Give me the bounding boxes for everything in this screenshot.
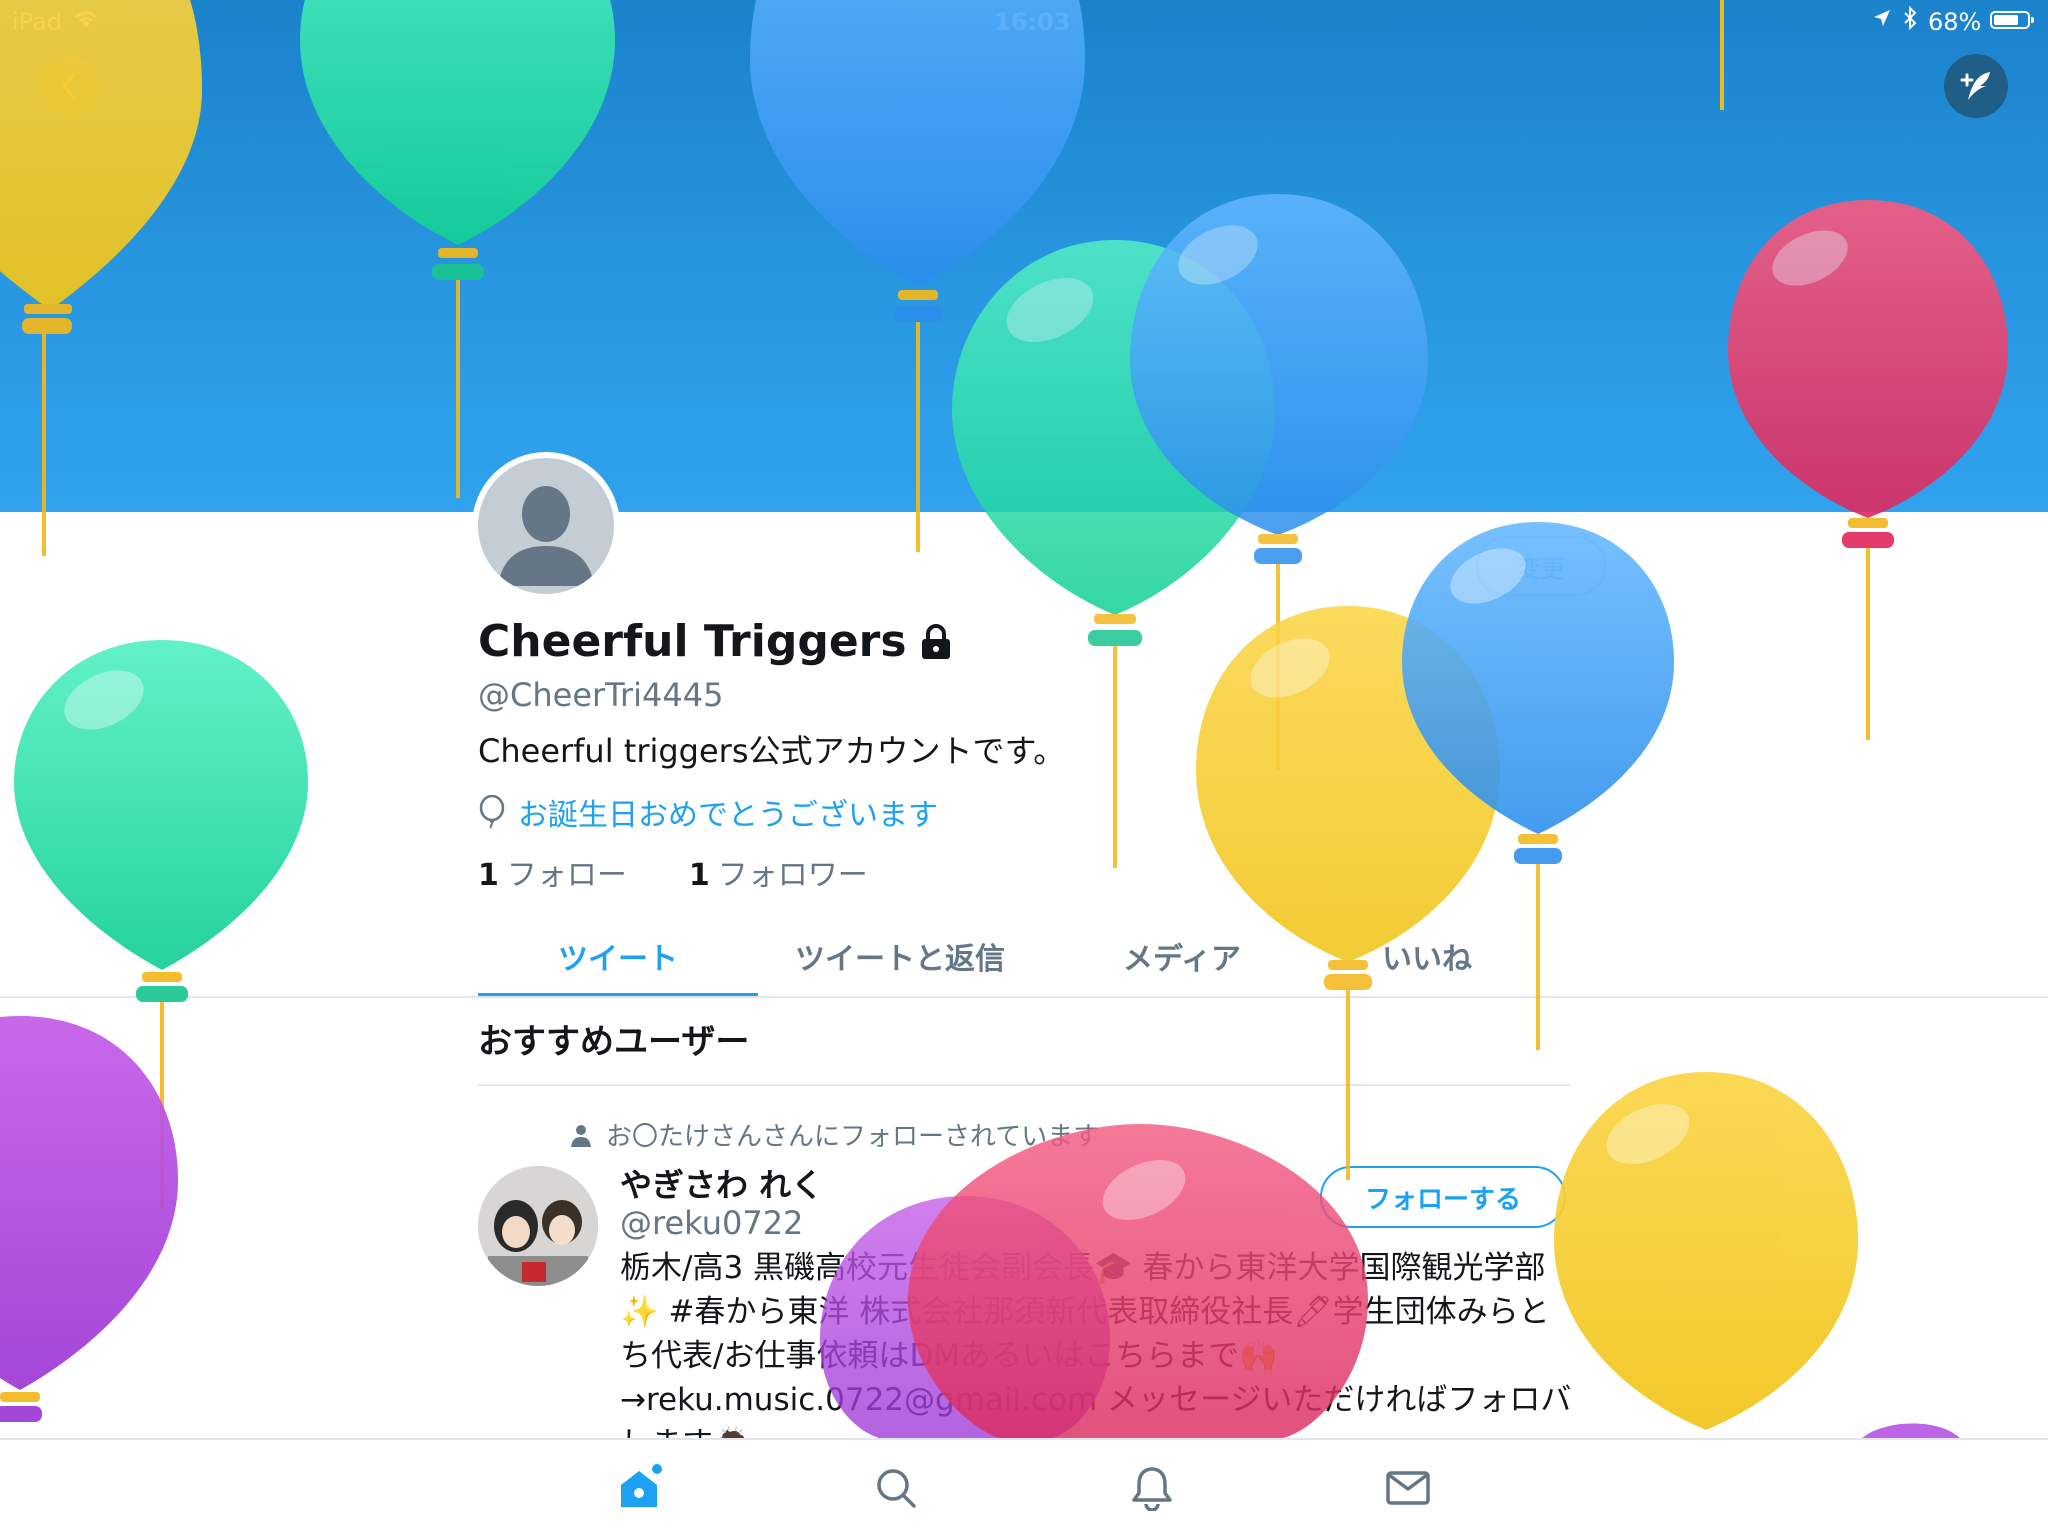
bluetooth-icon <box>1902 5 1918 36</box>
envelope-icon <box>1386 1471 1430 1505</box>
balloon-green-left <box>14 640 308 1208</box>
profile-bio: Cheerful triggers公式アカウントです。 <box>478 732 1066 770</box>
chevron-left-icon <box>62 72 76 100</box>
person-icon <box>571 1124 591 1147</box>
nav-home-button[interactable] <box>610 1458 670 1518</box>
tab-media[interactable]: メディア <box>1042 928 1322 998</box>
birthday-text[interactable]: お誕生日おめでとうございます <box>518 790 938 834</box>
suggestions-divider <box>478 1084 1570 1086</box>
suggested-user-handle: @reku0722 <box>620 1204 804 1242</box>
battery-percentage: 68% <box>1928 8 1982 36</box>
nav-messages-button[interactable] <box>1378 1458 1438 1518</box>
status-time: 16:03 <box>994 8 1071 36</box>
lock-icon <box>921 623 950 659</box>
birthday-row[interactable]: お誕生日おめでとうございます <box>478 790 938 834</box>
tabs-divider <box>0 996 2048 998</box>
battery-icon <box>1990 11 2034 29</box>
following-stat[interactable]: 1 フォロー <box>478 850 627 894</box>
search-icon <box>877 1469 916 1508</box>
balloon-yellow-middle <box>1196 606 1500 1180</box>
followed-by-row: お〇たけさんさんにフォローされています <box>570 1116 1099 1153</box>
tab-tweets-and-replies[interactable]: ツイートと返信 <box>758 928 1042 998</box>
profile-avatar[interactable] <box>472 452 620 600</box>
bottom-tab-bar <box>0 1438 2048 1536</box>
location-arrow-icon <box>1872 8 1892 32</box>
tab-tweets[interactable]: ツイート <box>478 928 758 998</box>
home-icon <box>621 1464 662 1507</box>
back-button[interactable] <box>40 56 100 116</box>
nav-search-button[interactable] <box>866 1458 926 1518</box>
balloon-yellow-bottomright <box>1554 1072 1858 1430</box>
suggestions-title: おすすめユーザー <box>478 1022 750 1062</box>
profile-handle: @CheerTri4445 <box>478 676 724 714</box>
profile-name: Cheerful Triggers <box>478 616 907 667</box>
follow-button[interactable]: フォローする <box>1320 1166 1566 1228</box>
edit-profile-button[interactable]: 変更 <box>1476 536 1606 596</box>
tab-likes[interactable]: いいね <box>1322 928 1532 998</box>
bell-icon <box>1132 1467 1172 1511</box>
balloon-purple-left <box>0 1016 178 1422</box>
default-avatar-icon <box>478 458 614 594</box>
suggested-user-name[interactable]: やぎさわ れく <box>620 1160 823 1206</box>
followed-by-text: お〇たけさんさんにフォローされています <box>606 1122 1100 1152</box>
compose-tweet-button[interactable] <box>1944 54 2008 118</box>
status-device: iPad <box>12 8 63 36</box>
suggested-user-bio: 栃木/高3 黒磯高校元生徒会副会長🎓 春から東洋大学国際観光学部✨ #春から東洋… <box>620 1250 1572 1462</box>
balloon-icon <box>479 795 505 829</box>
nav-notifications-button[interactable] <box>1122 1458 1182 1518</box>
followers-stat[interactable]: 1 フォロワー <box>689 850 868 894</box>
follow-stats: 1 フォロー 1 フォロワー <box>478 850 868 894</box>
wifi-icon <box>72 8 100 34</box>
compose-tweet-icon <box>1960 72 1990 100</box>
profile-tabs: ツイート ツイートと返信 メディア いいね <box>478 928 1532 998</box>
suggested-user-avatar[interactable] <box>478 1166 598 1286</box>
profile-name-row: Cheerful Triggers <box>478 616 953 667</box>
profile-banner <box>0 0 2048 512</box>
